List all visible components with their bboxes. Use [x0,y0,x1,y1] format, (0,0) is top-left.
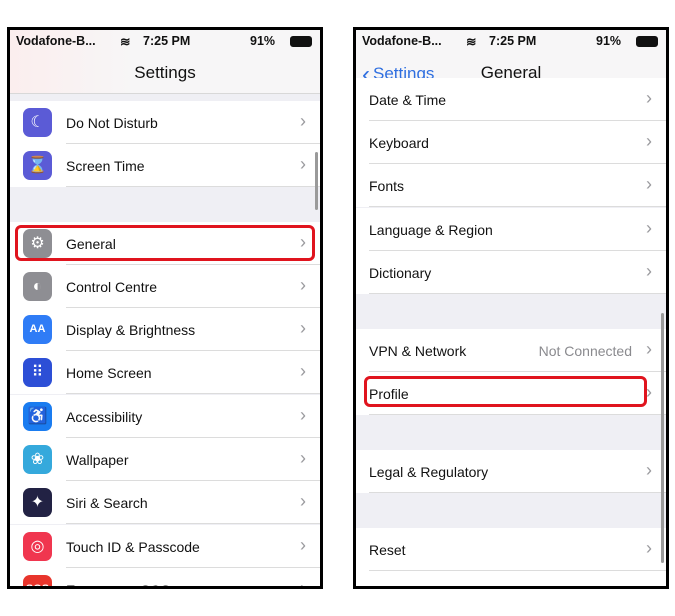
list-item-keyboard[interactable]: Keyboard › [356,121,666,164]
toggles-icon: ◐ [23,272,52,301]
divider [369,206,666,207]
moon-icon: ☾ [23,108,52,137]
list-item-home-screen[interactable]: ⠿ Home Screen › [10,351,320,394]
item-label: Control Centre [66,279,158,295]
scrollbar[interactable] [661,313,664,563]
highlight-general [15,225,315,261]
fingerprint-icon: ◎ [23,532,52,561]
item-label: Wallpaper [66,452,129,468]
page-title: Settings [134,63,196,82]
list-item-wallpaper[interactable]: ❀ Wallpaper › [10,438,320,481]
flower-icon: ❀ [23,445,52,474]
item-label: Home Screen [66,365,152,381]
clock: 7:25 PM [143,34,191,48]
divider [369,293,666,294]
list-item-do-not-disturb[interactable]: ☾ Do Not Disturb › [10,101,320,144]
chevron-right-icon: › [300,275,306,295]
grid-icon: ⠿ [23,358,52,387]
item-label: Legal & Regulatory [369,464,489,480]
battery-icon [636,36,658,47]
item-label: Touch ID & Passcode [66,539,200,555]
chevron-right-icon: › [300,111,306,131]
item-label: Accessibility [66,409,143,425]
list-item-dictionary[interactable]: Dictionary › [356,251,666,294]
list-item-reset[interactable]: Reset › [356,528,666,571]
text-size-icon: AA [23,315,52,344]
list-item-fonts[interactable]: Fonts › [356,164,666,207]
item-label: Dictionary [369,265,432,281]
battery-level: 91% [250,34,276,48]
settings-screen: Vodafone-B... ≋ 7:25 PM 91% Settings ☾ Do… [7,27,323,589]
item-label: Reset [369,542,406,558]
status-bar: Vodafone-B... ≋ 7:25 PM 91% [356,30,666,52]
divider [369,414,666,415]
chevron-right-icon: › [646,538,652,558]
signal-carrier: Vodafone-B... [362,34,442,48]
general-screen: Vodafone-B... ≋ 7:25 PM 91% ‹ Settings Ge… [353,27,669,589]
chevron-right-icon: › [646,218,652,238]
item-label: Emergency SOS [66,582,170,586]
divider [66,523,320,524]
item-label: Display & Brightness [66,322,196,338]
divider [66,186,320,187]
item-label: Keyboard [369,135,429,151]
chevron-right-icon: › [646,339,652,359]
siri-icon: ✦ [23,488,52,517]
chevron-right-icon: › [646,174,652,194]
chevron-right-icon: › [300,154,306,174]
item-label: Date & Time [369,92,447,108]
signal-carrier: Vodafone-B... [16,34,96,48]
list-item-screen-time[interactable]: ⌛ Screen Time › [10,144,320,187]
list-item-legal-regulatory[interactable]: Legal & Regulatory › [356,450,666,493]
list-item-vpn-network[interactable]: VPN & Network Not Connected › [356,329,666,372]
list-item-siri-search[interactable]: ✦ Siri & Search › [10,481,320,524]
chevron-right-icon: › [646,131,652,151]
item-label: Screen Time [66,158,145,174]
status-bar: Vodafone-B... ≋ 7:25 PM 91% [10,30,320,52]
list-item-emergency-sos[interactable]: SOS Emergency SOS › [10,568,320,589]
clock: 7:25 PM [489,34,537,48]
chevron-right-icon: › [300,578,306,589]
hourglass-icon: ⌛ [23,151,52,180]
accessibility-icon: ♿ [23,402,52,431]
wifi-icon: ≋ [120,35,131,49]
battery-icon [290,36,312,47]
wifi-icon: ≋ [466,35,477,49]
blank-row [356,571,666,586]
chevron-right-icon: › [300,405,306,425]
chevron-right-icon: › [300,491,306,511]
list-item-touch-id-passcode[interactable]: ◎ Touch ID & Passcode › [10,525,320,568]
item-label: VPN & Network [369,343,467,359]
item-label: Fonts [369,178,405,194]
list-item-accessibility[interactable]: ♿ Accessibility › [10,395,320,438]
item-label: Do Not Disturb [66,115,158,131]
chevron-right-icon: › [300,361,306,381]
chevron-right-icon: › [300,448,306,468]
divider [369,492,666,493]
highlight-profile [364,376,647,407]
nav-bar: Vodafone-B... ≋ 7:25 PM 91% Settings [10,30,320,94]
chevron-right-icon: › [646,460,652,480]
battery-level: 91% [596,34,622,48]
item-label: Language & Region [369,222,493,238]
list-item-display-brightness[interactable]: AA Display & Brightness › [10,308,320,351]
divider [66,393,320,394]
chevron-right-icon: › [646,261,652,281]
chevron-right-icon: › [300,535,306,555]
scrollbar[interactable] [315,152,318,210]
sos-icon: SOS [23,575,52,586]
chevron-right-icon: › [300,318,306,338]
list-item-control-centre[interactable]: ◐ Control Centre › [10,265,320,308]
item-value: Not Connected [538,343,632,359]
chevron-right-icon: › [646,88,652,108]
item-label: Siri & Search [66,495,148,511]
list-item-date-time[interactable]: Date & Time › [356,78,666,121]
list-item-language-region[interactable]: Language & Region › [356,208,666,251]
